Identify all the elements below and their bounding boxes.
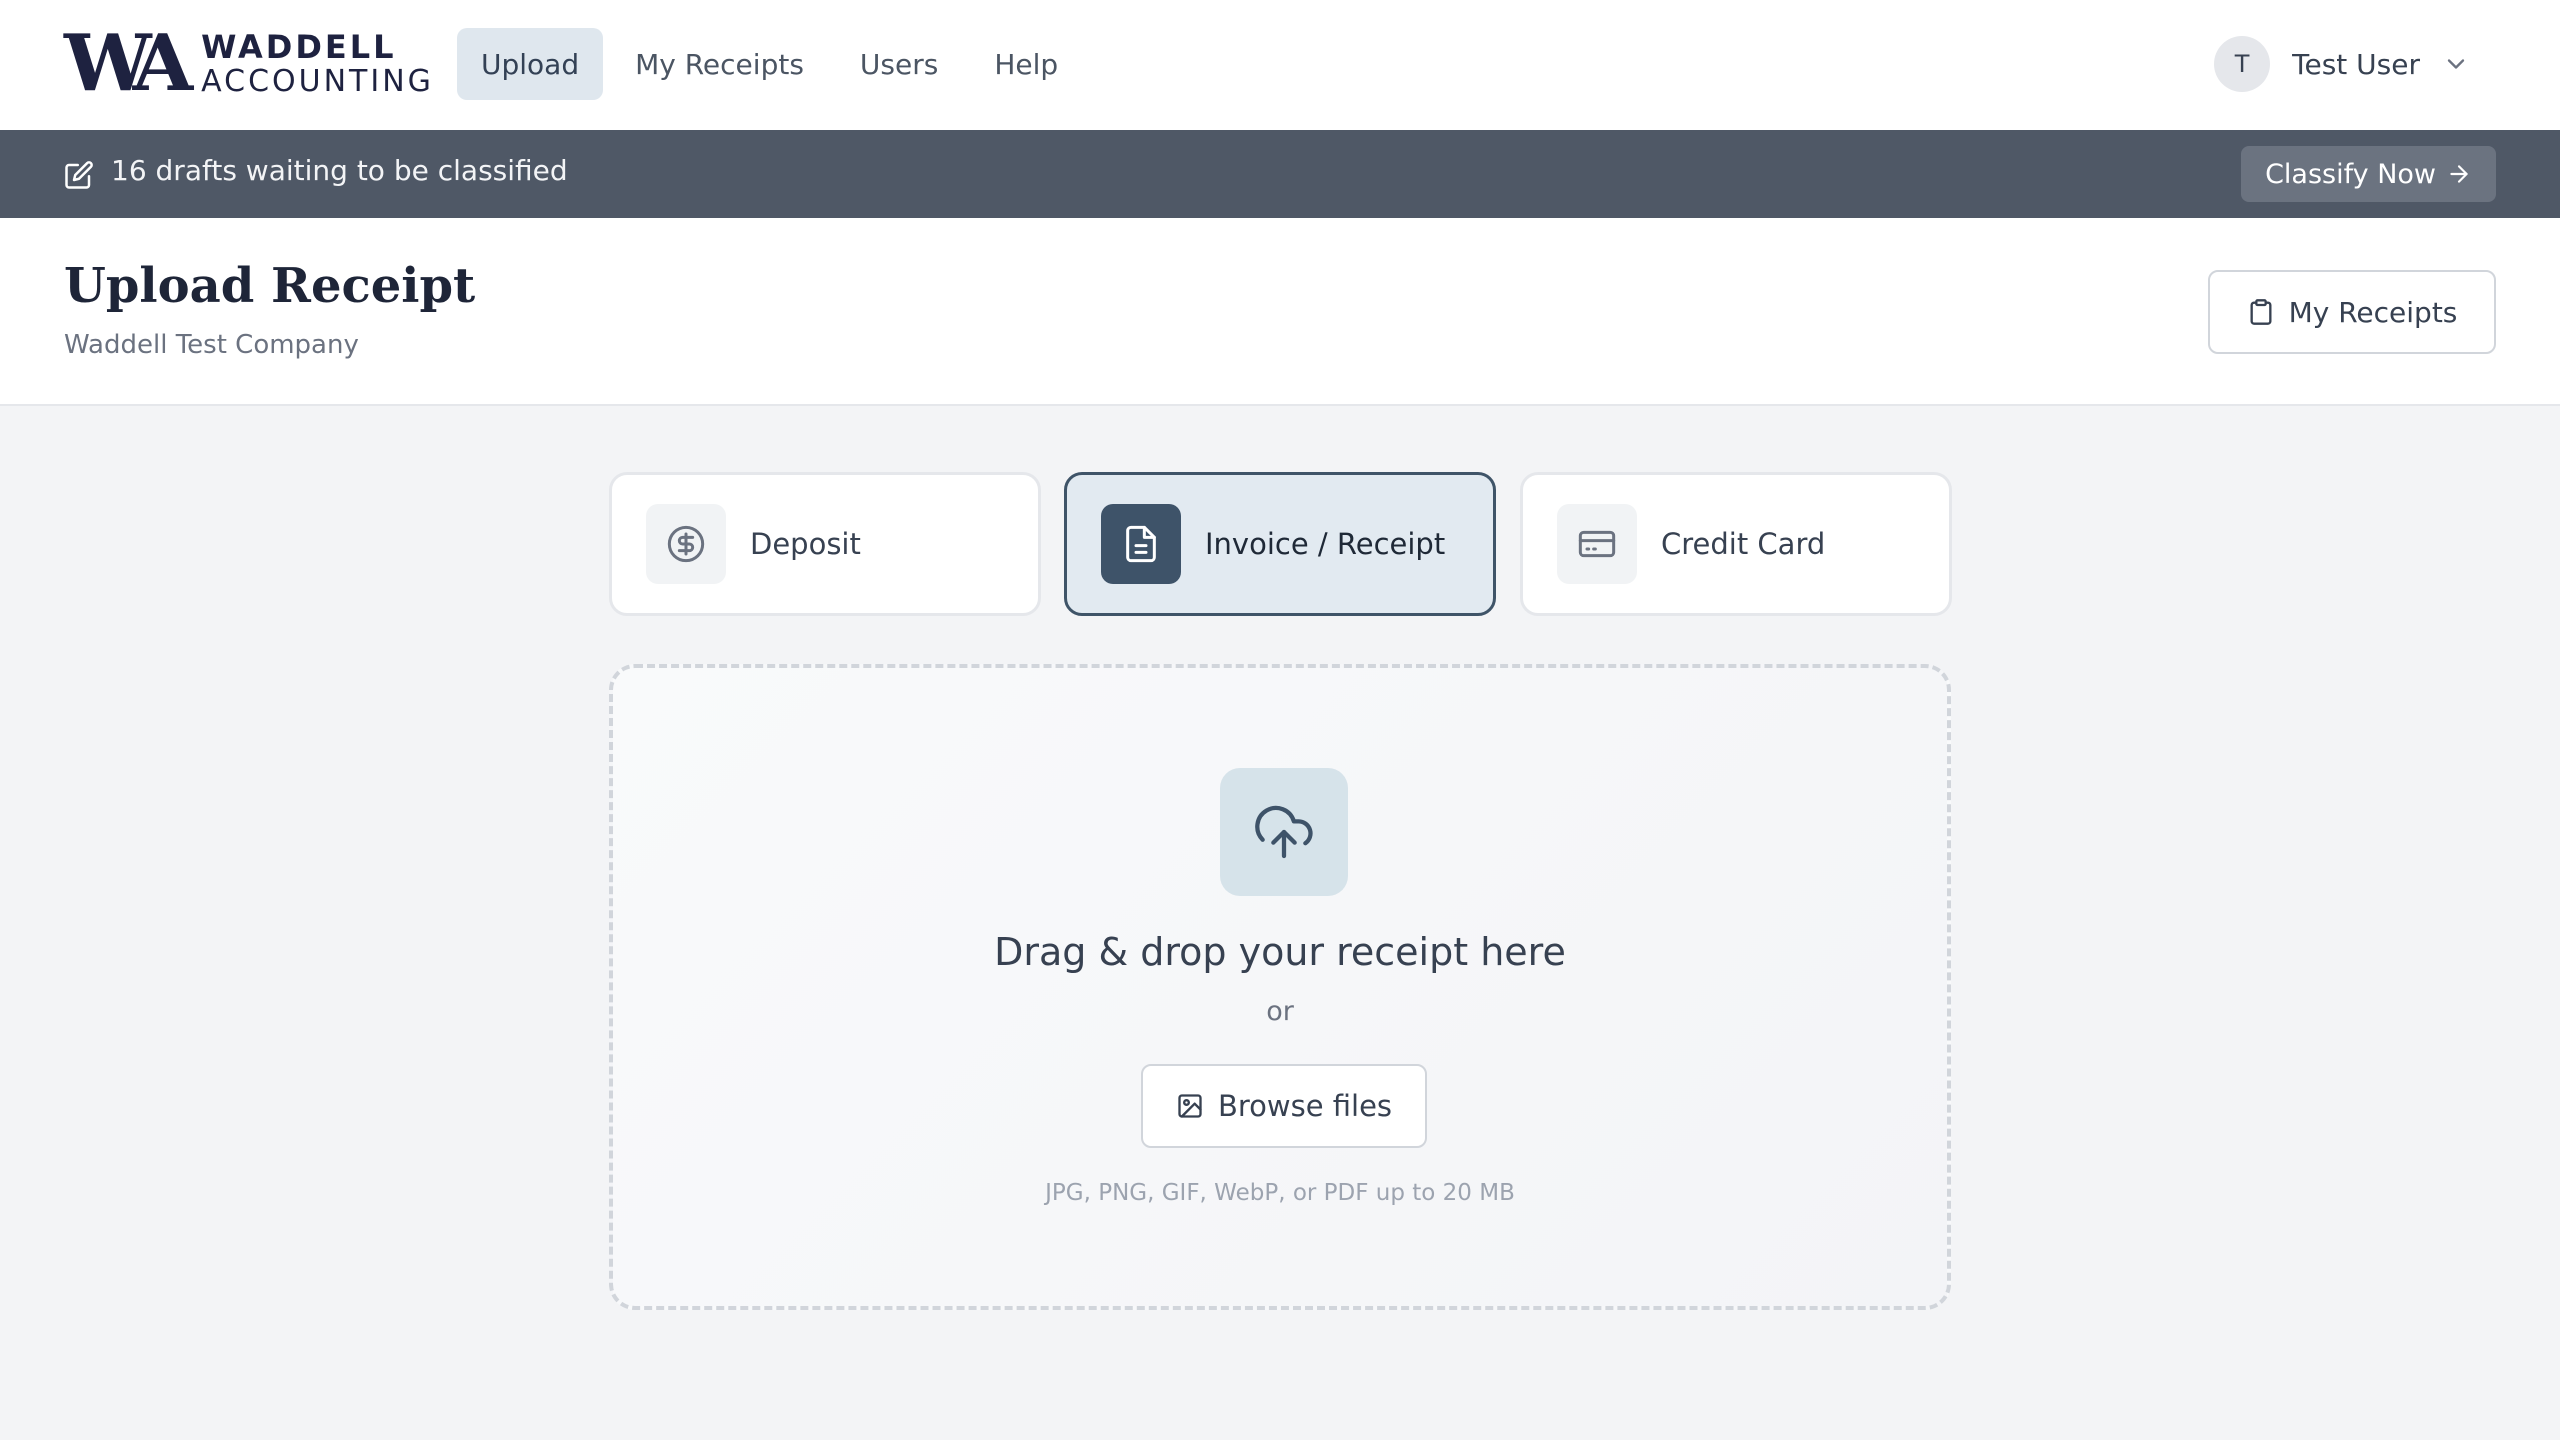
brand-logo[interactable]: WA WADDELL ACCOUNTING <box>64 18 434 109</box>
top-nav: WA WADDELL ACCOUNTING Upload My Receipts… <box>0 0 2560 130</box>
cloud-upload-icon <box>1255 805 1313 859</box>
user-name: Test User <box>2292 47 2420 81</box>
nav-item-users[interactable]: Users <box>836 28 962 100</box>
type-label-credit-card: Credit Card <box>1661 527 1826 561</box>
drafts-banner-text: 16 drafts waiting to be classified <box>111 154 568 187</box>
classify-now-button[interactable]: Classify Now <box>2241 146 2496 202</box>
nav-item-my-receipts[interactable]: My Receipts <box>611 28 828 100</box>
dollar-circle-icon <box>667 525 705 563</box>
credit-card-icon <box>1578 530 1616 558</box>
chevron-down-icon <box>2447 59 2465 69</box>
brand-name-line2: ACCOUNTING <box>201 64 434 99</box>
type-label-deposit: Deposit <box>750 527 861 561</box>
nav-item-help[interactable]: Help <box>970 28 1082 100</box>
company-name: Waddell Test Company <box>64 330 359 360</box>
page-title: Upload Receipt <box>64 258 476 314</box>
classify-now-label: Classify Now <box>2265 158 2436 190</box>
browse-files-button[interactable]: Browse files <box>1141 1064 1427 1148</box>
type-label-invoice-receipt: Invoice / Receipt <box>1205 527 1446 561</box>
brand-name-line1: WADDELL <box>201 28 397 66</box>
clipboard-icon <box>2250 299 2272 325</box>
drafts-banner: 16 drafts waiting to be classified Class… <box>0 130 2560 218</box>
type-card-credit-card[interactable]: Credit Card <box>1520 472 1952 616</box>
image-icon <box>1178 1094 1202 1118</box>
arrow-right-icon <box>2450 165 2468 183</box>
dropzone-title: Drag & drop your receipt here <box>994 930 1566 974</box>
dropzone-or: or <box>1266 996 1294 1027</box>
nav-item-upload[interactable]: Upload <box>457 28 604 100</box>
edit-icon <box>65 161 93 189</box>
type-card-invoice-receipt[interactable]: Invoice / Receipt <box>1064 472 1496 616</box>
upload-dropzone[interactable]: Drag & drop your receipt here or Browse … <box>609 664 1951 1310</box>
user-menu[interactable]: T Test User <box>2214 36 2470 92</box>
main-nav: Upload My Receipts Users Help <box>457 28 1082 100</box>
avatar: T <box>2214 36 2271 92</box>
page-header: Upload Receipt Waddell Test Company My R… <box>0 218 2560 406</box>
type-card-deposit[interactable]: Deposit <box>609 472 1041 616</box>
my-receipts-label: My Receipts <box>2288 295 2458 329</box>
dropzone-file-hint: JPG, PNG, GIF, WebP, or PDF up to 20 MB <box>1045 1180 1515 1206</box>
brand-mark: WA <box>64 18 193 109</box>
document-icon <box>1126 525 1156 563</box>
browse-files-label: Browse files <box>1217 1089 1393 1123</box>
my-receipts-button[interactable]: My Receipts <box>2208 270 2496 354</box>
